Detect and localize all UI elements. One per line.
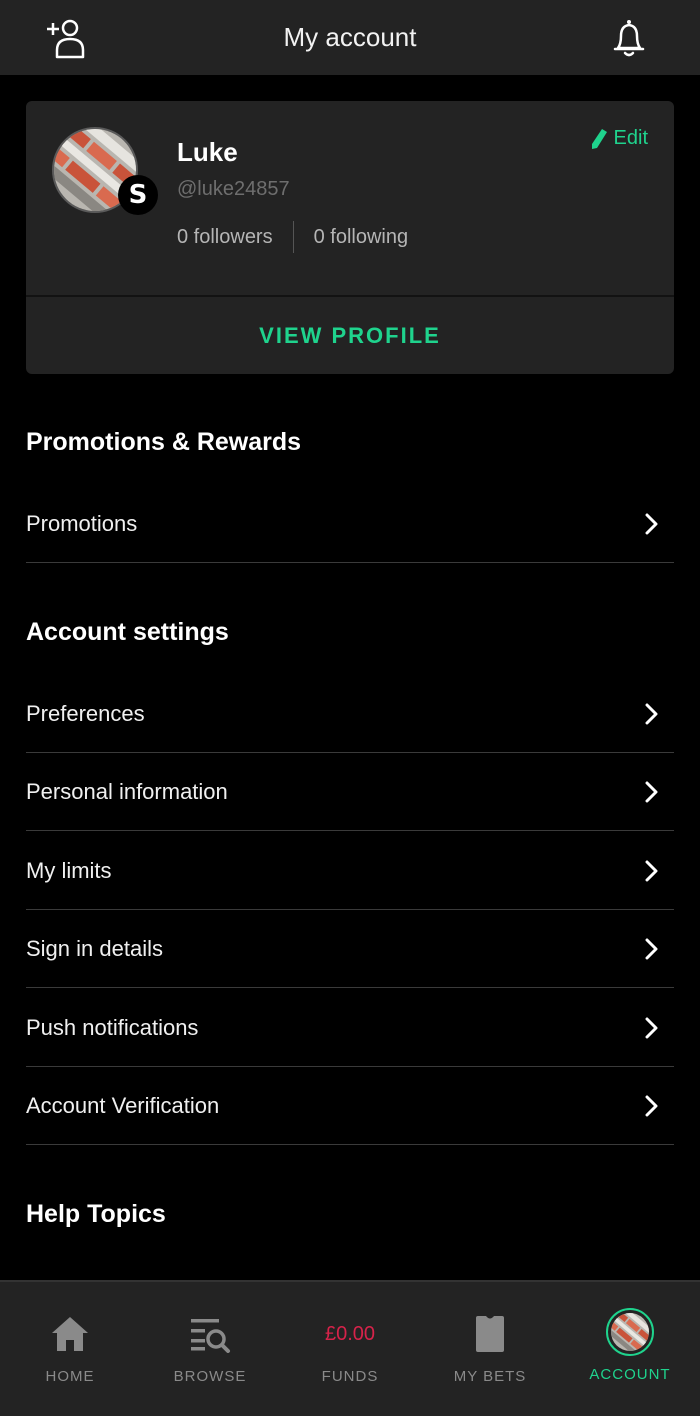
- chevron-right-icon: [630, 513, 674, 535]
- section-title-promotions: Promotions & Rewards: [26, 428, 302, 456]
- notifications-button[interactable]: [607, 16, 651, 60]
- nav-label: ACCOUNT: [589, 1366, 671, 1383]
- nav-home[interactable]: HOME: [0, 1282, 140, 1416]
- page-title: My account: [283, 22, 417, 52]
- nav-label: HOME: [45, 1368, 95, 1385]
- profile-avatar-container[interactable]: S: [52, 127, 158, 215]
- nav-label: FUNDS: [321, 1368, 379, 1385]
- list-item-label: My limits: [26, 857, 112, 883]
- list-item-label: Personal information: [26, 778, 228, 804]
- list-item-promotions[interactable]: Promotions: [26, 485, 674, 563]
- follow-divider: [292, 221, 294, 253]
- app-header: My account: [0, 0, 700, 75]
- chevron-right-icon: [630, 703, 674, 725]
- list-item-preferences[interactable]: Preferences: [26, 675, 674, 753]
- list-item-personal-information[interactable]: Personal information: [26, 753, 674, 831]
- profile-handle: @luke24857: [177, 178, 290, 200]
- chevron-right-icon: [630, 781, 674, 803]
- nav-funds[interactable]: £0.00 FUNDS: [280, 1282, 420, 1416]
- list-item-label: Preferences: [26, 700, 145, 726]
- nav-browse[interactable]: BROWSE: [140, 1282, 280, 1416]
- nav-label: BROWSE: [173, 1368, 247, 1385]
- funds-balance: £0.00: [324, 1322, 376, 1345]
- chevron-right-icon: [630, 860, 674, 882]
- section-title-account-settings: Account settings: [26, 618, 229, 646]
- list-item-label: Promotions: [26, 510, 138, 536]
- avatar: [606, 1308, 654, 1356]
- bet-slip-icon: [476, 1316, 504, 1352]
- list-item-sign-in-details[interactable]: Sign in details: [26, 910, 674, 988]
- followers-count[interactable]: 0 followers: [177, 226, 273, 249]
- profile-name: Luke: [177, 137, 238, 167]
- view-profile-button[interactable]: VIEW PROFILE: [26, 297, 674, 374]
- list-item-label: Push notifications: [26, 1014, 199, 1040]
- nav-my-bets[interactable]: MY BETS: [420, 1282, 560, 1416]
- bell-icon: [613, 20, 645, 57]
- list-item-my-limits[interactable]: My limits: [26, 832, 674, 910]
- chevron-right-icon: [630, 1017, 674, 1039]
- edit-profile-button[interactable]: Edit: [590, 127, 648, 150]
- list-item-account-verification[interactable]: Account Verification: [26, 1067, 674, 1145]
- pencil-icon: [591, 128, 607, 149]
- edit-label: Edit: [613, 127, 648, 149]
- home-icon: [52, 1317, 88, 1351]
- section-title-help-topics: Help Topics: [26, 1200, 166, 1228]
- chevron-right-icon: [630, 938, 674, 960]
- chevron-right-icon: [630, 1095, 674, 1117]
- badge-letter: S: [128, 180, 148, 210]
- nav-account[interactable]: ACCOUNT: [560, 1282, 700, 1416]
- profile-card: S Luke @luke24857 0 followers 0 followin…: [26, 101, 674, 374]
- list-item-label: Sign in details: [26, 935, 163, 961]
- browse-icon: [191, 1319, 230, 1353]
- list-item-label: Account Verification: [26, 1092, 220, 1118]
- follow-stats: 0 followers 0 following: [177, 221, 408, 253]
- list-item-push-notifications[interactable]: Push notifications: [26, 989, 674, 1067]
- nav-label: MY BETS: [453, 1368, 527, 1385]
- following-count[interactable]: 0 following: [314, 226, 409, 249]
- bottom-nav: HOME BROWSE £0.00 FUNDS MY BETS ACCOUNT: [0, 1280, 700, 1416]
- brand-badge: S: [118, 175, 158, 215]
